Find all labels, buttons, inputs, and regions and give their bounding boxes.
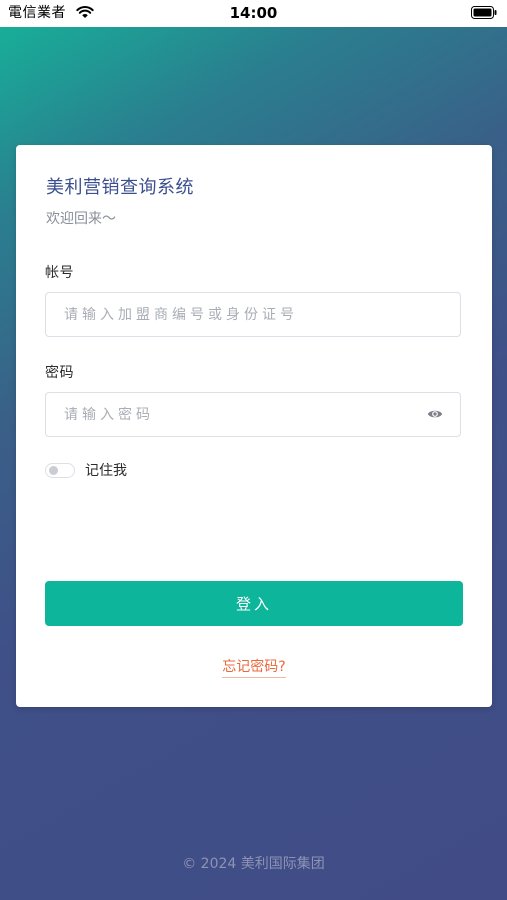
copyright-footer: © 2024 美利国际集团 [182,856,325,872]
login-screen: 電信業者 14:00 美利营销查询系统 欢迎回来～ 帐号 密码 [0,0,507,900]
login-button[interactable]: 登入 [45,581,463,626]
toggle-knob [49,466,58,475]
remember-label: 记住我 [85,463,127,479]
app-title: 美利营销查询系统 [46,177,194,198]
password-input[interactable] [64,393,424,436]
login-card: 美利营销查询系统 欢迎回来～ 帐号 密码 记住我 登入 忘记密码? [16,145,492,707]
forgot-password-row: 忘记密码? [16,656,492,678]
account-input[interactable] [64,293,424,336]
eye-icon[interactable] [427,408,443,420]
battery-icon [471,6,497,19]
remember-toggle[interactable] [45,463,75,478]
welcome-subtitle: 欢迎回来～ [46,211,116,227]
account-label: 帐号 [45,265,74,281]
status-bar: 電信業者 14:00 [0,0,507,27]
password-field[interactable] [45,392,461,437]
password-label: 密码 [45,365,74,381]
status-time: 14:00 [229,4,278,22]
forgot-password-link[interactable]: 忘记密码? [222,659,286,678]
account-field[interactable] [45,292,461,337]
